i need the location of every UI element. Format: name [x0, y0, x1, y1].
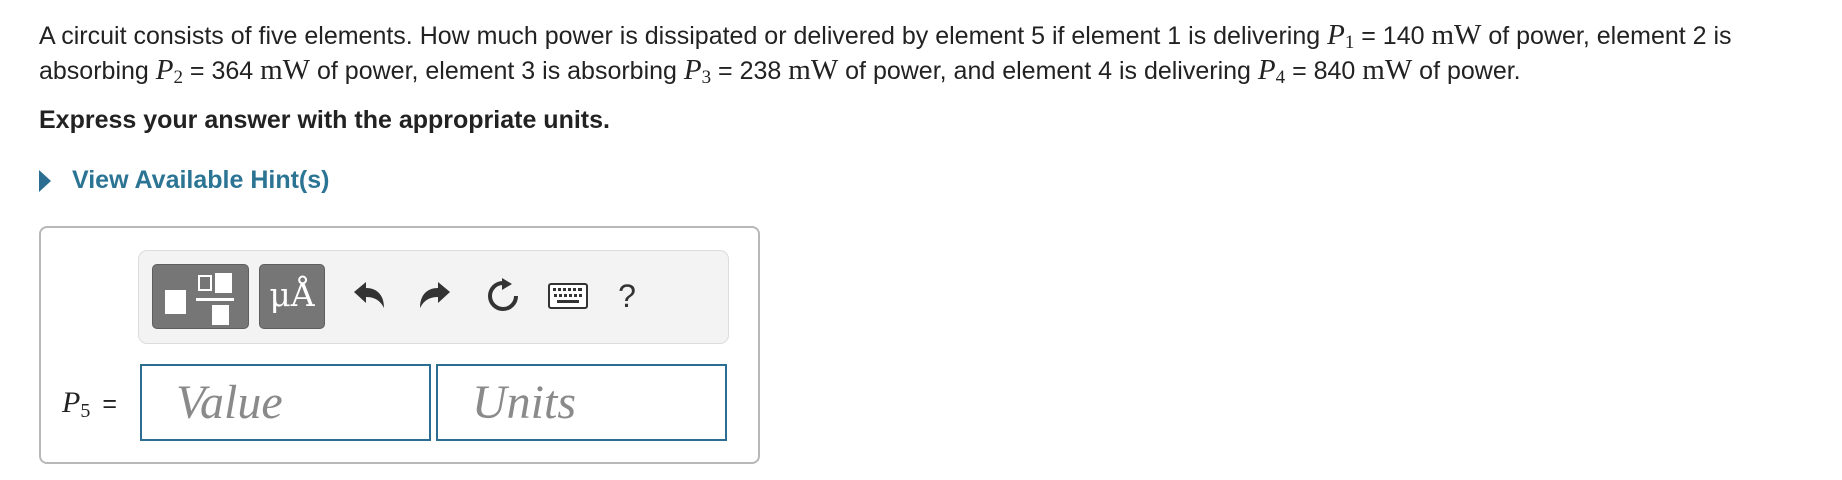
units-label: μÅ [269, 275, 315, 314]
p3-symbol: P3 [683, 54, 712, 88]
p1-value: = 140 [1354, 22, 1432, 50]
reset-icon [488, 278, 518, 311]
keyboard-button[interactable] [543, 271, 593, 321]
p4-unit: mW [1362, 54, 1413, 86]
p1-symbol: P1 [1327, 19, 1355, 53]
units-input[interactable] [436, 364, 727, 441]
p3-value: = 238 [711, 57, 789, 85]
p4-symbol: P4 [1257, 54, 1286, 88]
p3-unit: mW [788, 54, 839, 86]
p2-unit: mW [260, 54, 311, 86]
help-button[interactable]: ? [602, 271, 652, 321]
undo-button[interactable] [345, 271, 395, 321]
answer-instruction: Express your answer with the appropriate… [39, 106, 610, 134]
fraction-template-icon [165, 273, 234, 325]
answer-label: P5 = [62, 386, 117, 422]
problem-intro: A circuit consists of five elements. How… [39, 22, 1328, 50]
value-input[interactable] [140, 364, 431, 441]
templates-button[interactable] [152, 264, 249, 329]
problem-text-3: of power, element 3 is absorbing [310, 57, 684, 85]
p4-value: = 840 [1285, 57, 1363, 85]
p2-symbol: P2 [155, 54, 183, 88]
units-button[interactable]: μÅ [259, 264, 325, 329]
triangle-right-icon [39, 169, 51, 192]
p1-unit: mW [1431, 19, 1482, 51]
reset-button[interactable] [478, 271, 528, 321]
undo-icon [354, 282, 384, 308]
answer-box: μÅ ? P5 = Value Units [39, 226, 760, 464]
problem-statement: A circuit consists of five elements. How… [39, 18, 1829, 88]
keyboard-icon [548, 283, 588, 309]
view-hints-link[interactable]: View Available Hint(s) [39, 166, 329, 195]
redo-button[interactable] [409, 271, 459, 321]
help-label: ? [618, 277, 636, 314]
p2-value: = 364 [182, 57, 261, 85]
problem-text-end: of power. [1412, 57, 1521, 85]
hint-label: View Available Hint(s) [72, 166, 330, 194]
problem-text-4: of power, and element 4 is delivering [838, 57, 1258, 85]
redo-icon [420, 282, 450, 308]
math-toolbar: μÅ ? [138, 250, 729, 344]
